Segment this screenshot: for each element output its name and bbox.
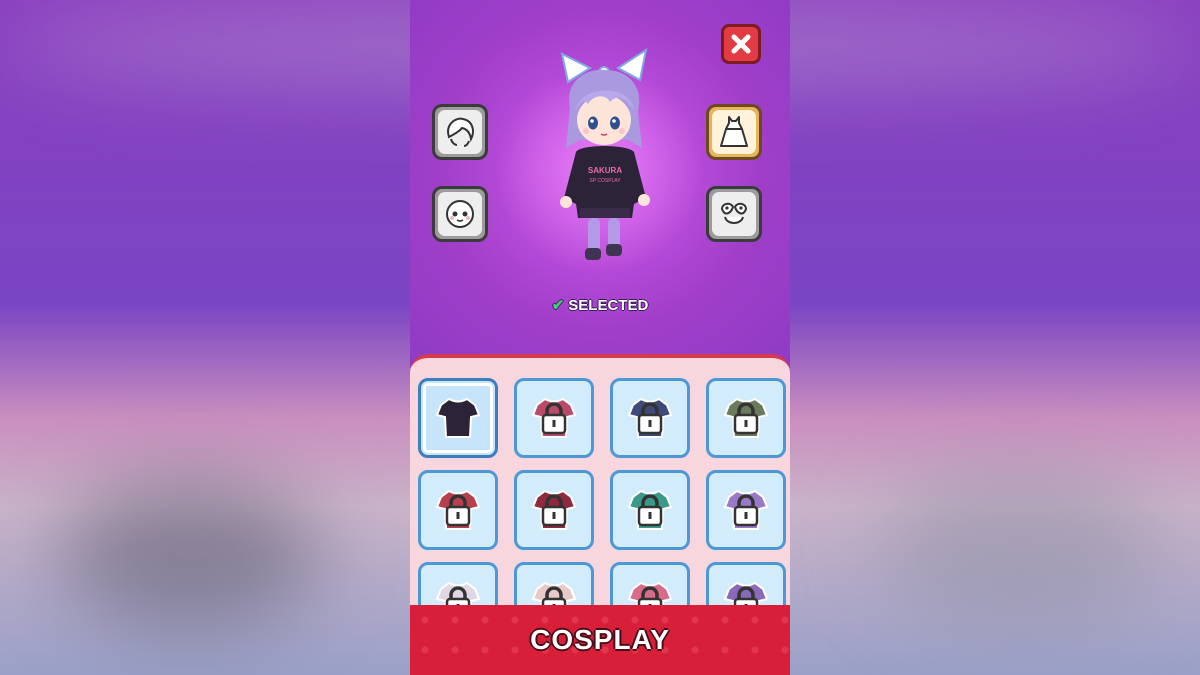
- outfit-item-locked[interactable]: [706, 470, 786, 550]
- category-dress-button[interactable]: [706, 104, 762, 160]
- category-banner: COSPLAY: [410, 605, 790, 675]
- shirt-subtext: SP COSPLAY: [589, 178, 621, 184]
- game-screen: SAKURA SP COSPLAY ✔ SELECTED COSPLAY: [410, 0, 790, 675]
- outfit-item[interactable]: [418, 378, 498, 458]
- lock-icon: [541, 494, 567, 527]
- category-mask-button[interactable]: [706, 186, 762, 242]
- outfit-item-locked[interactable]: [514, 378, 594, 458]
- shirt-text: SAKURA: [588, 166, 622, 175]
- lock-icon: [445, 494, 471, 527]
- selected-status: ✔ SELECTED: [410, 296, 790, 314]
- lock-icon: [637, 494, 663, 527]
- lock-icon: [637, 402, 663, 435]
- outfit-item-locked[interactable]: [514, 470, 594, 550]
- outfit-grid: [418, 378, 790, 642]
- category-face-button[interactable]: [432, 186, 488, 242]
- lock-icon: [733, 402, 759, 435]
- backdrop-blur-blob: [880, 470, 1160, 630]
- hair-icon: [447, 117, 474, 147]
- outfit-item-locked[interactable]: [610, 378, 690, 458]
- outfit-item-locked[interactable]: [706, 378, 786, 458]
- outfit-item-locked[interactable]: [610, 470, 690, 550]
- close-button[interactable]: [721, 24, 761, 64]
- close-icon: [731, 34, 751, 54]
- outfit-icon: [435, 397, 481, 438]
- selected-label: SELECTED: [568, 297, 649, 314]
- face-icon: [446, 200, 474, 228]
- lock-icon: [541, 402, 567, 435]
- outfit-panel: [410, 354, 790, 642]
- outfit-item-locked[interactable]: [418, 470, 498, 550]
- mask-icon: [720, 202, 748, 224]
- category-hair-button[interactable]: [432, 104, 488, 160]
- dress-icon: [720, 116, 748, 147]
- lock-icon: [733, 494, 759, 527]
- character-avatar: SAKURA SP COSPLAY: [560, 48, 650, 260]
- checkmark-icon: ✔: [551, 297, 565, 314]
- category-title: COSPLAY: [530, 624, 670, 655]
- backdrop-blur-blob: [60, 480, 320, 630]
